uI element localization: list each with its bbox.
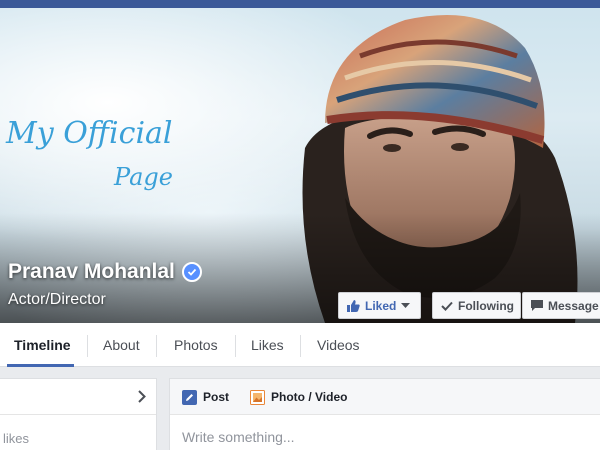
page-name-text[interactable]: Pranav Mohanlal xyxy=(8,260,175,284)
caret-down-icon xyxy=(401,302,411,309)
liked-label: Liked xyxy=(365,298,397,313)
tab-divider xyxy=(235,335,236,357)
tab-videos[interactable]: Videos xyxy=(317,323,360,367)
composer-tabs: Post Photo / Video xyxy=(170,379,600,415)
thumbs-up-icon xyxy=(347,299,360,312)
page: My Official Page Pranav Mohanlal Actor/D… xyxy=(0,0,600,450)
chevron-right-icon[interactable] xyxy=(138,390,146,408)
tab-divider xyxy=(300,335,301,357)
tab-likes[interactable]: Likes xyxy=(251,323,284,367)
photo-icon xyxy=(250,389,265,405)
page-nav: Timeline About Photos Likes Videos xyxy=(0,323,600,367)
composer-tab-photo-video-label: Photo / Video xyxy=(271,390,348,404)
verified-badge-icon xyxy=(181,262,202,282)
left-panel: likes xyxy=(0,378,157,450)
tab-divider xyxy=(156,335,157,357)
liked-button[interactable]: Liked xyxy=(338,292,421,319)
composer-input[interactable]: Write something... xyxy=(182,429,295,445)
left-panel-header[interactable] xyxy=(0,379,156,415)
tagline-line-2: Page xyxy=(113,163,173,191)
composer-tab-photo-video[interactable]: Photo / Video xyxy=(250,379,347,415)
following-label: Following xyxy=(458,298,514,313)
top-bar xyxy=(0,0,600,8)
message-bubble-icon xyxy=(531,300,543,311)
message-button[interactable]: Message xyxy=(522,292,600,319)
likes-text: likes xyxy=(3,431,30,446)
page-name[interactable]: Pranav Mohanlal xyxy=(8,260,202,284)
active-tab-indicator xyxy=(7,364,74,367)
cover-photo[interactable]: My Official Page Pranav Mohanlal Actor/D… xyxy=(0,8,600,323)
post-composer: Post Photo / Video Write something... xyxy=(169,378,600,450)
pencil-icon xyxy=(182,389,197,405)
tab-timeline[interactable]: Timeline xyxy=(14,323,71,367)
cover-tagline: My Official Page xyxy=(4,103,224,213)
message-label: Message xyxy=(548,298,599,313)
composer-tab-post[interactable]: Post xyxy=(182,379,229,415)
tagline-line-1: My Official xyxy=(5,116,173,151)
tab-photos[interactable]: Photos xyxy=(174,323,218,367)
composer-tab-post-label: Post xyxy=(203,390,230,404)
tab-about[interactable]: About xyxy=(103,323,140,367)
following-button[interactable]: Following xyxy=(432,292,521,319)
checkmark-icon xyxy=(441,301,453,311)
page-category[interactable]: Actor/Director xyxy=(8,291,106,309)
tab-divider xyxy=(87,335,88,357)
